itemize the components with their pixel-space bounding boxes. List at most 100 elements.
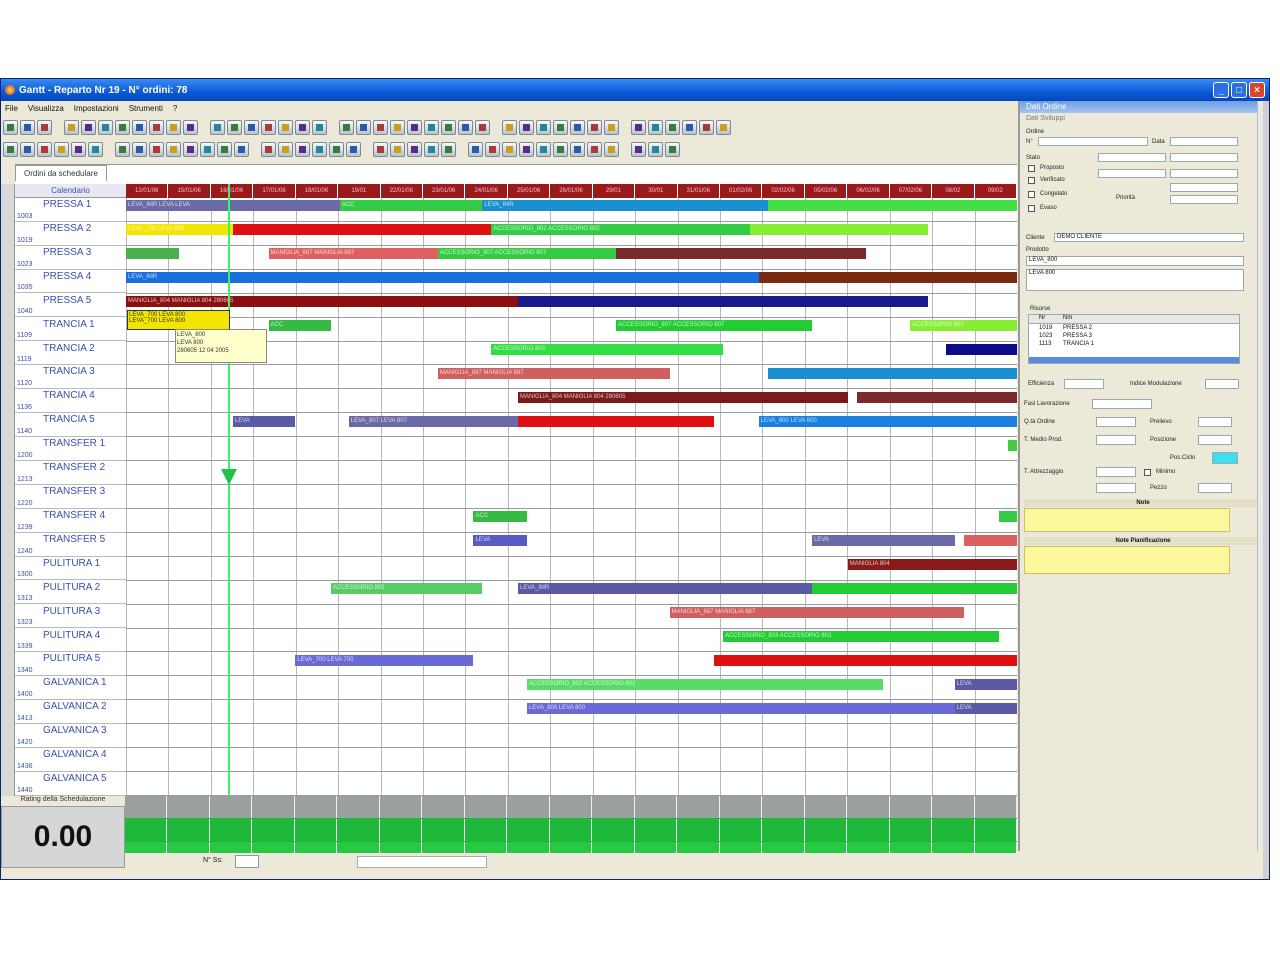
menu-strumenti[interactable]: Strumenti [129, 104, 163, 113]
date-field-3[interactable] [1170, 169, 1238, 178]
toolbar-tool-icon[interactable] [244, 120, 259, 135]
toolbar-tool-icon[interactable] [20, 142, 35, 157]
verificato-checkbox[interactable] [1028, 177, 1035, 184]
toolbar-tool-icon[interactable] [699, 120, 714, 135]
gantt-task-bar[interactable]: MANIGLIA_887 MANIGLIA 887 [669, 607, 964, 619]
toolbar-tool-icon[interactable] [183, 142, 198, 157]
toolbar-tool-icon[interactable] [295, 120, 310, 135]
efficienza-field[interactable] [1064, 379, 1104, 389]
toolbar-tool-icon[interactable] [115, 120, 130, 135]
prodotto-desc-field[interactable]: LEVA 800 [1026, 269, 1244, 291]
toolbar-tool-icon[interactable] [665, 120, 680, 135]
resource-label[interactable]: 1119 TRANCIA 2 [15, 341, 126, 366]
toolbar-tool-icon[interactable] [570, 120, 585, 135]
gantt-task-bar[interactable] [232, 224, 492, 236]
attrezzaggio-min-field[interactable] [1096, 483, 1136, 493]
gantt-task-bar[interactable]: LEVA_807 LEVA 807 [348, 415, 519, 427]
gantt-task-bar[interactable]: LEVA [473, 535, 527, 547]
toolbar-tool-icon[interactable] [132, 142, 147, 157]
proposto-checkbox[interactable] [1028, 165, 1035, 172]
gantt-grid[interactable]: LEVA_IMR LEVA LEVA ACC LEVA_IMR LEVA_700 LE… [126, 198, 1017, 796]
menu-impostazioni[interactable]: Impostazioni [74, 104, 119, 113]
gantt-task-bar[interactable] [963, 535, 1017, 547]
toolbar-tool-icon[interactable] [37, 120, 52, 135]
toolbar-tool-icon[interactable] [210, 120, 225, 135]
gantt-task-bar[interactable]: ACCESSORIO_802 ACCESSORIO 802 [526, 678, 884, 690]
gantt-task-bar[interactable] [616, 248, 866, 260]
gantt-task-bar[interactable] [1008, 439, 1017, 451]
resource-label[interactable]: 1023 PRESSA 3 [15, 245, 126, 270]
resource-label[interactable]: 1400 GALVANICA 1 [15, 676, 126, 701]
toolbar-tool-icon[interactable] [166, 120, 181, 135]
prelievo-field[interactable] [1198, 417, 1232, 427]
toolbar-tool-icon[interactable] [682, 120, 697, 135]
toolbar-tool-icon[interactable] [441, 142, 456, 157]
toolbar-tool-icon[interactable] [373, 120, 388, 135]
gantt-task-bar[interactable] [999, 511, 1017, 523]
gantt-task-bar[interactable]: LEVA_800 LEVA 800 [758, 415, 1017, 427]
pezzo-field[interactable] [1198, 483, 1232, 493]
resource-label[interactable]: 1003 PRESSA 1 [15, 198, 126, 222]
minimo-checkbox[interactable] [1144, 469, 1151, 476]
toolbar-tool-icon[interactable] [88, 142, 103, 157]
window-right-scrollbar[interactable] [1263, 101, 1269, 879]
toolbar-tool-icon[interactable] [553, 142, 568, 157]
toolbar-tool-icon[interactable] [536, 142, 551, 157]
toolbar-tool-icon[interactable] [149, 120, 164, 135]
gantt-task-bar[interactable]: MANIGLIA_804 MANIGLIA 804 280605 [518, 391, 848, 403]
toolbar-tool-icon[interactable] [339, 120, 354, 135]
resource-label[interactable]: 1413 GALVANICA 2 [15, 700, 126, 724]
date-field-4[interactable] [1170, 183, 1238, 192]
gantt-task-bar[interactable]: ACCESSORIO_802 ACCESSORIO 802 [491, 224, 750, 236]
gantt-task-bar[interactable]: LEVA_IMR [482, 200, 768, 212]
risorse-row[interactable]: 1019 PRESSA 2 [1029, 325, 1239, 333]
toolbar-tool-icon[interactable] [716, 120, 731, 135]
gantt-task-bar[interactable]: LEVA_IMR LEVA LEVA [126, 200, 340, 212]
toolbar-tool-icon[interactable] [604, 142, 619, 157]
resource-label[interactable]: 1313 PULITURA 2 [15, 580, 126, 605]
gantt-task-bar[interactable] [518, 296, 928, 308]
gantt-task-bar[interactable]: ACCESSORIO_803 ACCESSORIO 803 [722, 631, 1000, 643]
toolbar-tool-icon[interactable] [132, 120, 147, 135]
resource-label[interactable]: 1120 TRANCIA 3 [15, 365, 126, 390]
resource-label[interactable]: 1019 PRESSA 2 [15, 221, 126, 246]
toolbar-tool-icon[interactable] [407, 120, 422, 135]
gantt-task-bar[interactable]: ACCESSORIO_807 ACCESSORIO 807 [616, 320, 813, 332]
gantt-task-bar[interactable]: ACCESSORIO_807 ACCESSORIO 807 [437, 248, 617, 260]
gantt-task-bar[interactable]: MANIGLIA_887 MANIGLIA 887 [437, 367, 670, 379]
resource-label[interactable]: 1136 TRANCIA 4 [15, 389, 126, 414]
n-ss-input[interactable] [235, 855, 259, 868]
note-pianificazione-textarea[interactable] [1024, 546, 1230, 574]
toolbar-tool-icon[interactable] [587, 120, 602, 135]
calendar-header[interactable]: Calendario [15, 184, 126, 198]
toolbar-tool-icon[interactable] [553, 120, 568, 135]
gantt-task-bar[interactable]: LEVA_IMR [126, 272, 759, 284]
toolbar-tool-icon[interactable] [468, 142, 483, 157]
toolbar-tool-icon[interactable] [3, 120, 18, 135]
toolbar-tool-icon[interactable] [536, 120, 551, 135]
toolbar-tool-icon[interactable] [631, 142, 646, 157]
gantt-task-bar[interactable] [945, 343, 1017, 355]
gantt-task-bar[interactable]: LEVA_700 LEVA 700 [295, 654, 474, 666]
resource-label[interactable]: 1340 PULITURA 5 [15, 652, 126, 677]
resource-label[interactable]: 1339 PULITURA 4 [15, 628, 126, 653]
toolbar-tool-icon[interactable] [278, 120, 293, 135]
gantt-task-bar[interactable]: LEVA_700 LEVA 800 [126, 224, 233, 236]
resource-label[interactable]: 1040 PRESSA 5 [15, 293, 126, 318]
gantt-task-bar[interactable]: MANIGLIA 804 [847, 559, 1017, 571]
qta-ordine-field[interactable] [1096, 417, 1136, 427]
cliente-field[interactable]: DEMO CLIENTE [1054, 233, 1244, 242]
pos-ciclo-field[interactable] [1212, 452, 1238, 464]
gantt-task-bar[interactable] [749, 224, 928, 236]
menu-help[interactable]: ? [173, 104, 177, 113]
resource-label[interactable]: 1213 TRANSFER 2 [15, 461, 126, 485]
toolbar-tool-icon[interactable] [54, 142, 69, 157]
toolbar-tool-icon[interactable] [373, 142, 388, 157]
indice-modulazione-field[interactable] [1205, 379, 1239, 389]
gantt-task-bar[interactable]: ACC [268, 320, 331, 332]
toolbar-tool-icon[interactable] [329, 142, 344, 157]
posizione-field[interactable] [1198, 435, 1232, 445]
priorita-field[interactable] [1170, 195, 1238, 204]
data-field[interactable] [1170, 137, 1238, 146]
close-button[interactable]: × [1249, 82, 1265, 98]
